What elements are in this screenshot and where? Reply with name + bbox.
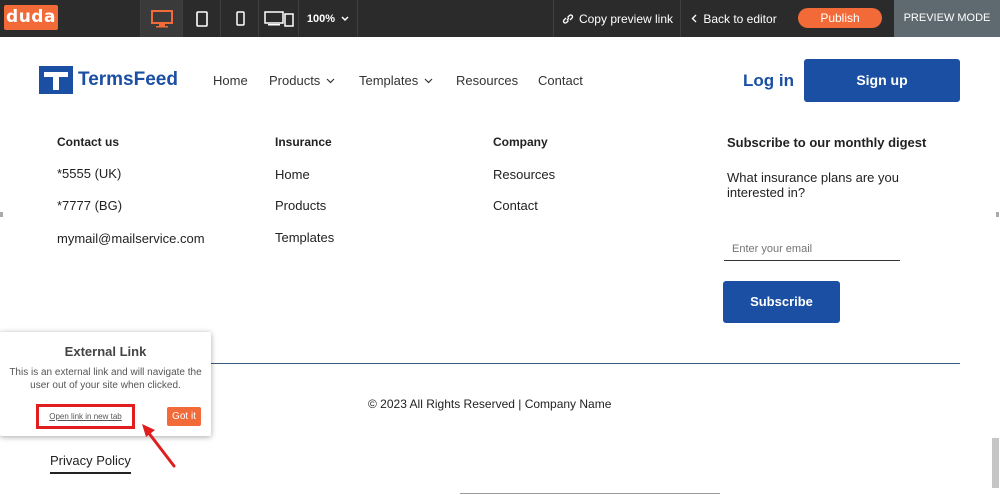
contact-phone-uk[interactable]: *5555 (UK) — [57, 166, 121, 181]
nav-resources-label: Resources — [456, 73, 519, 88]
mobile-icon — [235, 11, 245, 26]
subscribe-question: What insurance plans are you interested … — [727, 170, 899, 200]
scrollbar-thumb[interactable] — [992, 438, 999, 488]
chevron-down-icon — [341, 15, 349, 21]
link-icon — [562, 13, 574, 24]
preview-mode-label: PREVIEW MODE — [894, 0, 1000, 37]
footer-link-resources[interactable]: Resources — [493, 167, 555, 182]
nav-item-contact[interactable]: Contact — [538, 73, 583, 88]
popup-message: This is an external link and will naviga… — [9, 367, 202, 391]
multi-device-icon — [264, 10, 294, 27]
footer-link-templates[interactable]: Templates — [275, 230, 334, 245]
company-heading: Company — [493, 135, 548, 149]
nav-item-resources[interactable]: Resources — [456, 73, 518, 88]
nav-item-products[interactable]: Products — [269, 73, 335, 88]
desktop-view-button[interactable] — [140, 0, 183, 37]
login-link[interactable]: Log in — [743, 71, 794, 91]
duda-logo: duda — [4, 5, 58, 30]
nav-products-label: Products — [269, 73, 321, 88]
footer-link-home[interactable]: Home — [275, 167, 310, 182]
nav-contact-label: Contact — [538, 73, 583, 88]
nav-item-home[interactable]: Home — [213, 73, 248, 88]
contact-email[interactable]: mymail@mailservice.com — [57, 231, 205, 246]
mobile-view-button[interactable] — [220, 0, 259, 37]
footer-link-contact[interactable]: Contact — [493, 198, 538, 213]
publish-button[interactable]: Publish — [798, 8, 882, 28]
copy-preview-label: Copy preview link — [578, 11, 674, 26]
insurance-heading: Insurance — [275, 135, 332, 149]
subscribe-heading: Subscribe to our monthly digest — [727, 135, 927, 150]
nav-home-label: Home — [213, 73, 248, 88]
desktop-icon — [151, 9, 173, 27]
open-link-new-tab-button[interactable]: Open link in new tab — [36, 404, 135, 429]
tablet-icon — [196, 10, 208, 27]
popup-title: External Link — [64, 344, 147, 359]
copy-preview-link-button[interactable]: Copy preview link — [553, 0, 681, 37]
copyright-text: © 2023 All Rights Reserved | Company Nam… — [368, 397, 612, 411]
chevron-down-icon — [326, 78, 335, 83]
zoom-dropdown[interactable]: 100% — [298, 0, 358, 37]
brand-name: TermsFeed — [78, 69, 178, 90]
back-to-editor-label: Back to editor — [703, 11, 777, 26]
bottom-divider — [460, 493, 720, 494]
signup-button[interactable]: Sign up — [804, 59, 960, 102]
chevron-down-icon — [424, 78, 433, 83]
all-devices-button[interactable] — [258, 0, 299, 37]
footer-divider — [205, 363, 960, 364]
email-input[interactable] — [724, 238, 900, 261]
editor-toolbar: duda 100% Copy preview link Back to edit… — [0, 0, 1000, 37]
chevron-left-icon — [691, 14, 697, 23]
annotation-arrow-icon — [142, 424, 176, 468]
contact-phone-bg[interactable]: *7777 (BG) — [57, 198, 122, 213]
nav-templates-label: Templates — [359, 73, 419, 88]
nav-item-templates[interactable]: Templates — [359, 73, 433, 88]
left-edge-handle — [0, 212, 3, 217]
subscribe-button[interactable]: Subscribe — [723, 281, 840, 323]
termsfeed-logo[interactable]: TermsFeed — [39, 66, 178, 94]
contact-heading: Contact us — [57, 135, 120, 149]
tablet-view-button[interactable] — [182, 0, 221, 37]
privacy-policy-link[interactable]: Privacy Policy — [50, 453, 131, 474]
back-to-editor-button[interactable]: Back to editor — [680, 0, 787, 37]
footer-link-products[interactable]: Products — [275, 198, 326, 213]
right-edge-handle — [996, 212, 999, 217]
zoom-level: 100% — [306, 12, 336, 25]
termsfeed-logo-icon — [39, 66, 73, 94]
